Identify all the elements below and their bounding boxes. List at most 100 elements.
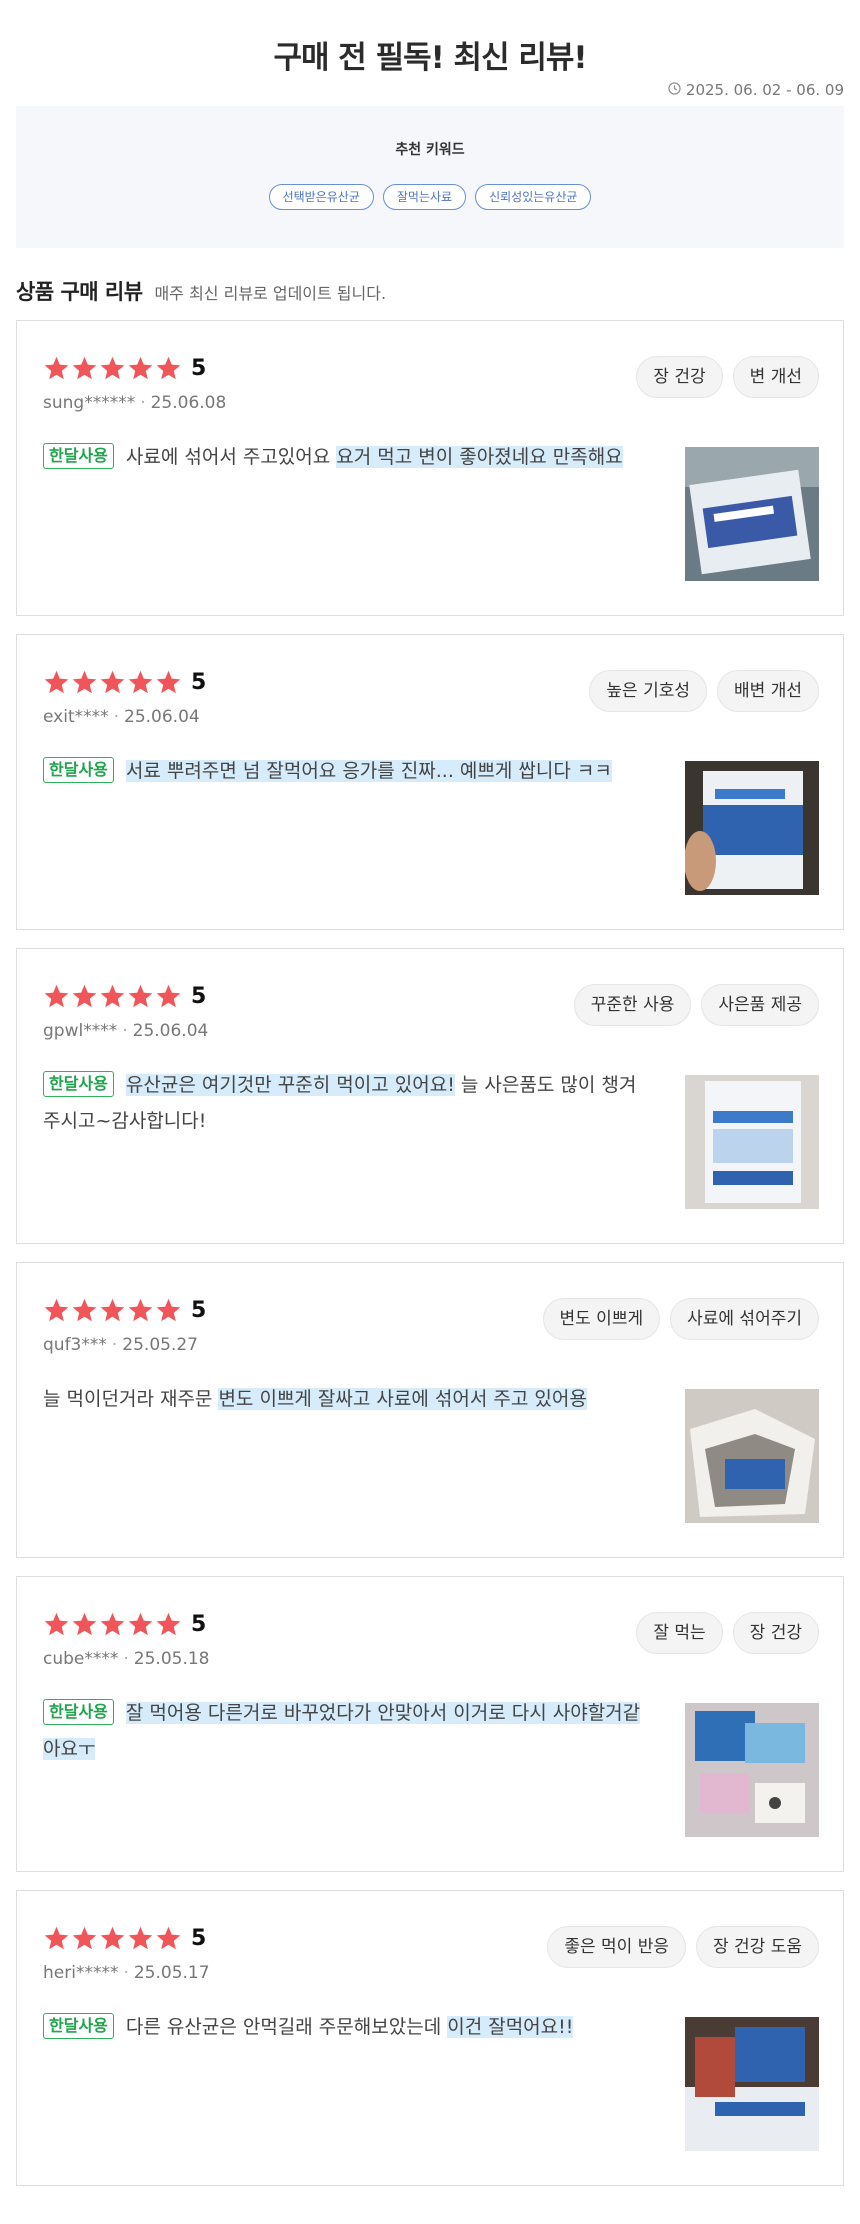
review-tag[interactable]: 사은품 제공 xyxy=(701,984,819,1026)
reviewer-name: sung****** xyxy=(43,393,136,413)
review-tag[interactable]: 변도 이쁘게 xyxy=(542,1298,661,1340)
date-range-text: 2025. 06. 02 - 06. 09 xyxy=(685,81,844,99)
keyword-list: 선택받은유산균 잘먹는사료 신뢰성있는유산균 xyxy=(268,184,592,210)
star-icon xyxy=(100,1612,125,1635)
meta-separator: · xyxy=(113,707,120,727)
star-rating xyxy=(43,669,183,696)
page-title: 구매 전 필독! 최신 리뷰! xyxy=(273,40,587,76)
review-text: 한달사용 서료 뿌려주면 넘 잘먹어요 응가를 진짜... 예쁘게 쌉니다 ㅋㅋ xyxy=(43,753,643,789)
meta-separator: · xyxy=(123,1963,129,1983)
usage-badge: 한달사용 xyxy=(43,1071,114,1097)
rating-score: 5 xyxy=(191,1297,207,1323)
review-tag[interactable]: 배변 개선 xyxy=(717,670,819,712)
meta-separator: · xyxy=(140,393,146,413)
review-text: 한달사용 사료에 섞어서 주고있어요 요거 먹고 변이 좋아졌네요 만족해요 xyxy=(43,439,643,475)
star-icon xyxy=(44,1926,69,1949)
star-rating xyxy=(43,1925,183,1952)
review-photo[interactable] xyxy=(685,1703,819,1837)
meta-separator: · xyxy=(122,1021,128,1041)
usage-badge: 한달사용 xyxy=(43,443,114,469)
review-text-highlight: 요거 먹고 변이 좋아졌네요 만족해요 xyxy=(336,446,623,468)
review-date: 25.06.04 xyxy=(124,707,200,727)
review-date: 25.06.04 xyxy=(132,1021,209,1041)
reviewer-name: gpwl**** xyxy=(43,1021,118,1041)
reviewer-name: cube**** xyxy=(43,1649,119,1669)
keyword-chip[interactable]: 잘먹는사료 xyxy=(382,184,467,210)
review-photo[interactable] xyxy=(685,1075,819,1209)
star-icon xyxy=(72,984,97,1007)
star-icon xyxy=(128,670,153,693)
review-text-highlight: 변도 이쁘게 잘싸고 사료에 섞어서 주고 있어용 xyxy=(218,1388,587,1410)
meta-separator: · xyxy=(123,1649,129,1669)
review-list: 5 장 건강 변 개선 sung****** · 25.06.08 한달사용 사료에 섞… xyxy=(16,320,844,2186)
review-tags: 좋은 먹이 반응 장 건강 도움 xyxy=(547,1926,819,1968)
clock-icon xyxy=(668,81,681,99)
review-photo[interactable] xyxy=(685,761,819,895)
review-tag[interactable]: 높은 기호성 xyxy=(589,670,708,712)
star-icon xyxy=(100,356,125,379)
meta-separator: · xyxy=(111,1335,118,1355)
star-icon xyxy=(128,1926,153,1949)
star-icon xyxy=(128,1298,153,1321)
review-tag[interactable]: 장 건강 xyxy=(636,356,723,398)
review-date: 25.06.08 xyxy=(150,393,227,413)
keyword-box: 추천 키워드 선택받은유산균 잘먹는사료 신뢰성있는유산균 xyxy=(16,106,844,248)
star-icon xyxy=(100,984,125,1007)
star-icon xyxy=(128,1612,153,1635)
review-date: 25.05.27 xyxy=(122,1335,198,1355)
star-icon xyxy=(100,1298,125,1321)
star-icon xyxy=(100,1926,125,1949)
section-header: 상품 구매 리뷰 매주 최신 리뷰로 업데이트 됩니다. xyxy=(16,276,844,306)
date-range: 2025. 06. 02 - 06. 09 xyxy=(16,78,844,102)
star-icon xyxy=(100,670,125,693)
review-tag[interactable]: 사료에 섞어주기 xyxy=(670,1298,819,1340)
review-photo[interactable] xyxy=(685,2017,819,2151)
review-text: 한달사용 잘 먹어용 다른거로 바꾸었다가 안맞아서 이거로 다시 사야할거같아요… xyxy=(43,1695,643,1767)
star-icon xyxy=(72,670,97,693)
review-tags: 변도 이쁘게 사료에 섞어주기 xyxy=(542,1298,819,1340)
review-date: 25.05.17 xyxy=(133,1963,210,1983)
review-text-highlight: 유산균은 여기것만 꾸준히 먹이고 있어요! xyxy=(125,1074,455,1096)
reviewer-name: quf3*** xyxy=(43,1335,107,1355)
star-icon xyxy=(44,984,69,1007)
review-tag[interactable]: 장 건강 도움 xyxy=(695,1926,819,1968)
star-rating xyxy=(43,1611,183,1638)
review-tag[interactable]: 꾸준한 사용 xyxy=(573,984,692,1026)
review-tags: 높은 기호성 배변 개선 xyxy=(589,670,819,712)
section-title: 상품 구매 리뷰 xyxy=(16,280,143,304)
star-icon xyxy=(72,356,97,379)
review-text-highlight: 서료 뿌려주면 넘 잘먹어요 응가를 진짜... 예쁘게 쌉니다 ㅋㅋ xyxy=(125,760,612,782)
star-rating xyxy=(43,1297,183,1324)
review-card: 5 변도 이쁘게 사료에 섞어주기 quf3*** · 25.05.27 늘 먹이던거… xyxy=(16,1262,844,1558)
star-icon xyxy=(156,984,181,1007)
keyword-chip[interactable]: 신뢰성있는유산균 xyxy=(475,184,592,210)
star-icon xyxy=(128,984,153,1007)
review-text-plain: 다른 유산균은 안먹길래 주문해보았는데 xyxy=(125,2016,448,2038)
section-subtitle: 매주 최신 리뷰로 업데이트 됩니다. xyxy=(154,284,387,303)
review-card: 5 좋은 먹이 반응 장 건강 도움 heri***** · 25.05.17 한달사… xyxy=(16,1890,844,2186)
reviewer-name: exit**** xyxy=(43,707,109,727)
review-date: 25.05.18 xyxy=(133,1649,210,1669)
star-icon xyxy=(156,1926,181,1949)
star-rating xyxy=(43,355,183,382)
star-icon xyxy=(72,1298,97,1321)
review-card: 5 꾸준한 사용 사은품 제공 gpwl**** · 25.06.04 한달사용 유산균… xyxy=(16,948,844,1244)
star-rating xyxy=(43,983,183,1010)
review-card: 5 높은 기호성 배변 개선 exit**** · 25.06.04 한달사용 서료 뿌… xyxy=(16,634,844,930)
usage-badge: 한달사용 xyxy=(43,1699,114,1725)
review-tag[interactable]: 장 건강 xyxy=(732,1612,819,1654)
rating-score: 5 xyxy=(191,983,207,1009)
keyword-chip[interactable]: 선택받은유산균 xyxy=(268,184,374,210)
review-tags: 잘 먹는 장 건강 xyxy=(636,1612,819,1654)
review-tag[interactable]: 변 개선 xyxy=(732,356,819,398)
review-tags: 장 건강 변 개선 xyxy=(636,356,819,398)
review-text: 늘 먹이던거라 재주문 변도 이쁘게 잘싸고 사료에 섞어서 주고 있어용 xyxy=(43,1381,643,1417)
review-tag[interactable]: 잘 먹는 xyxy=(636,1612,723,1654)
usage-badge: 한달사용 xyxy=(43,757,114,783)
review-photo[interactable] xyxy=(685,1389,819,1523)
star-icon xyxy=(156,1612,181,1635)
review-text-highlight: 이건 잘먹어요!! xyxy=(447,2016,574,2038)
review-photo[interactable] xyxy=(685,447,819,581)
review-tag[interactable]: 좋은 먹이 반응 xyxy=(547,1926,686,1968)
review-page: 구매 전 필독! 최신 리뷰! 2025. 06. 02 - 06. 09 추천… xyxy=(0,0,860,2224)
